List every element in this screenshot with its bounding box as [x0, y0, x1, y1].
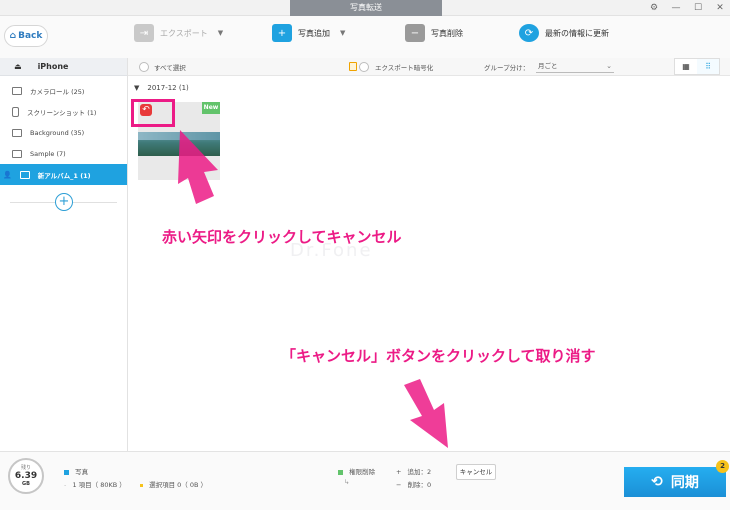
sidebar-item-label: Background (35) — [30, 128, 85, 137]
category-label: 写真 — [64, 466, 88, 476]
sidebar: ⏏ iPhone カメラロール (25) スクリーンショット (1) Backg… — [0, 58, 128, 451]
group-by-value: 月ごと — [538, 62, 558, 70]
phone-icon — [12, 106, 19, 117]
view-toggle: ▦ ⠿ — [674, 58, 720, 75]
triangle-down-icon[interactable]: ▼ — [134, 84, 139, 92]
selected-count: 選択項目 0（ 0B ） — [140, 479, 207, 489]
album-icon — [19, 170, 30, 179]
sync-label: 同期 — [670, 475, 699, 491]
new-badge: New — [202, 102, 220, 114]
storage-indicator: 残り 6.39 GB — [8, 458, 44, 494]
limit-delete-label: 権限削除 — [338, 466, 375, 476]
footer-bar: 残り 6.39 GB 写真 - 1 項目（ 80KB ） 選択項目 0（ 0B … — [0, 451, 730, 510]
sidebar-item-label: カメラロール (25) — [30, 87, 85, 96]
refresh-button[interactable]: ⟳ 最新の情報に更新 — [519, 24, 609, 42]
items-count-text: 1 項目（ 80KB ） — [72, 481, 126, 489]
sync-icon: ⟲ — [651, 474, 663, 490]
export-label: エクスポート — [160, 28, 208, 38]
group-by-label: グループ分け： — [484, 64, 530, 72]
selected-dot — [140, 483, 143, 487]
settings-icon[interactable]: ⚙ — [648, 3, 660, 13]
album-icon — [12, 149, 22, 158]
limit-delete-text: 権限削除 — [349, 468, 376, 476]
sidebar-item-sample[interactable]: Sample (7) — [0, 143, 127, 164]
limit-delete-dot — [338, 469, 343, 475]
sidebar-item-new-album[interactable]: 👤 新アルバム_1 (1) — [0, 164, 127, 185]
refresh-icon: ⟳ — [519, 24, 539, 42]
items-count: - 1 項目（ 80KB ） — [64, 481, 126, 489]
add-photo-button[interactable]: + 写真追加 ▼ — [272, 24, 345, 42]
sidebar-item-background[interactable]: Background (35) — [0, 122, 127, 143]
photo-group-title: 2017-12 (1) — [147, 84, 189, 92]
home-icon: ⌂ — [9, 31, 17, 41]
sidebar-item-label: 新アルバム_1 (1) — [37, 171, 91, 180]
select-all-checkbox[interactable] — [139, 62, 149, 72]
added-text: 追加：2 — [407, 468, 432, 476]
add-album-button[interactable]: + — [55, 193, 73, 211]
sidebar-item-camera-roll[interactable]: カメラロール (25) — [0, 80, 127, 101]
maximize-icon[interactable]: ☐ — [692, 3, 704, 13]
return-arrow-icon: ↳ — [344, 478, 350, 486]
user-icon: 👤 — [3, 170, 12, 179]
close-icon[interactable]: ✕ — [714, 3, 726, 13]
back-label: Back — [18, 31, 43, 41]
storage-unit: GB — [22, 481, 30, 487]
category-dot — [64, 469, 69, 475]
toolbar: ⌂ Back ⇥ エクスポート ▼ + 写真追加 ▼ − 写真削除 ⟳ 最新の情… — [0, 16, 730, 60]
sidebar-divider: + — [10, 193, 117, 211]
photo-group-header[interactable]: ▼ 2017-12 (1) — [134, 84, 189, 92]
photo-image — [138, 132, 220, 156]
category-text: 写真 — [75, 468, 89, 476]
sync-button[interactable]: ⟲ 同期 — [624, 467, 726, 497]
select-all-label: すべて選択 — [154, 64, 186, 72]
minimize-icon[interactable]: — — [670, 3, 682, 13]
arrow-to-cancel — [404, 379, 448, 448]
encrypt-label: エクスポート暗号化 — [375, 64, 434, 72]
group-by-select[interactable]: 月ごと ⌄ — [536, 60, 614, 73]
album-icon — [12, 128, 22, 137]
delete-photo-icon: − — [405, 24, 425, 42]
sidebar-item-label: Sample (7) — [30, 149, 66, 158]
camera-icon — [12, 86, 22, 95]
delete-photo-button[interactable]: − 写真削除 — [405, 24, 463, 42]
encrypt-checkbox[interactable] — [359, 62, 369, 72]
device-name: iPhone — [37, 62, 69, 71]
eject-icon: ⏏ — [14, 62, 22, 71]
sync-count-badge: 2 — [716, 460, 729, 473]
chevron-down-icon[interactable]: ▼ — [218, 29, 223, 37]
delete-photo-label: 写真削除 — [431, 28, 463, 38]
window-title: 写真転送 — [290, 0, 442, 16]
device-header[interactable]: ⏏ iPhone — [0, 58, 127, 76]
cancel-button[interactable]: キャンセル — [456, 464, 496, 480]
small-grid-icon[interactable]: ⠿ — [697, 59, 719, 74]
annotation-text-cancel: 「キャンセル」ボタンをクリックして取り消す — [281, 347, 596, 365]
chevron-down-icon[interactable]: ▼ — [340, 29, 345, 37]
lock-icon — [349, 62, 357, 71]
selected-count-text: 選択項目 0（ 0B ） — [149, 481, 208, 489]
highlight-undo-box — [131, 99, 175, 127]
window-controls: ⚙ — ☐ ✕ — [648, 0, 726, 16]
storage-top-label: 残り — [20, 465, 31, 471]
refresh-label: 最新の情報に更新 — [545, 28, 609, 38]
back-button[interactable]: ⌂ Back — [4, 25, 48, 47]
deleted-count: − 削除：0 — [396, 481, 432, 489]
annotation-text-undo: 赤い矢印をクリックしてキャンセル — [162, 228, 402, 246]
title-bar: 写真転送 ⚙ — ☐ ✕ — [0, 0, 730, 16]
large-grid-icon[interactable]: ▦ — [675, 59, 697, 74]
deleted-text: 削除：0 — [407, 481, 432, 489]
added-count: + 追加：2 — [396, 468, 432, 476]
add-photo-icon: + — [272, 24, 292, 42]
add-photo-label: 写真追加 — [298, 28, 330, 38]
chevron-down-icon: ⌄ — [606, 62, 612, 70]
export-icon: ⇥ — [134, 24, 154, 42]
sidebar-item-screenshots[interactable]: スクリーンショット (1) — [0, 101, 127, 122]
storage-value: 6.39 — [14, 471, 38, 481]
content-header: すべて選択 エクスポート暗号化 グループ分け： 月ごと ⌄ ▦ ⠿ — [128, 58, 730, 76]
sidebar-item-label: スクリーンショット (1) — [27, 108, 97, 117]
export-button[interactable]: ⇥ エクスポート ▼ — [134, 24, 223, 42]
